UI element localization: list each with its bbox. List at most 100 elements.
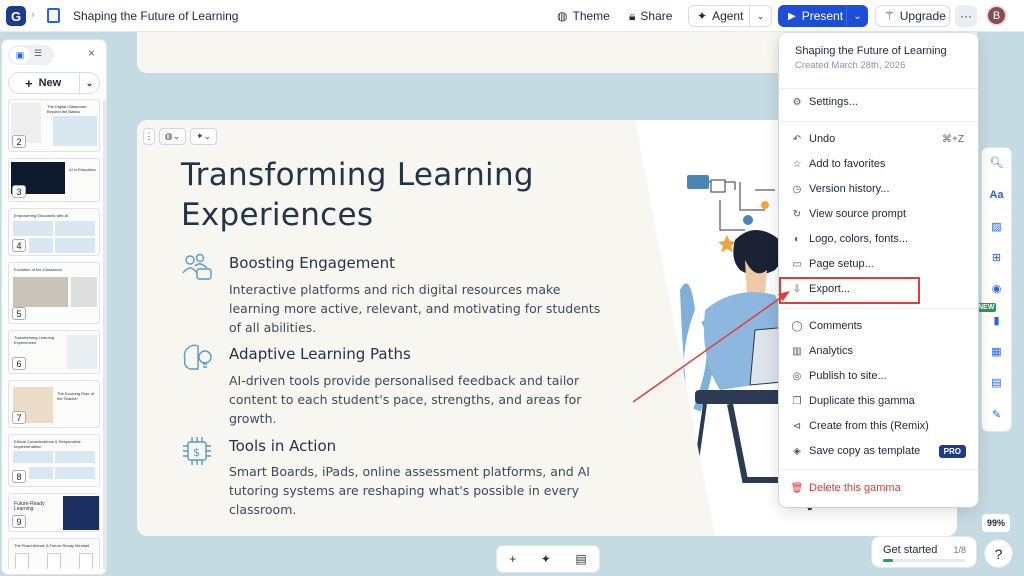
card-style-button[interactable]: ◍⌄ [159,128,186,145]
grid-view-icon[interactable]: ▣ [10,47,30,63]
thumbnail-number: 3 [12,185,26,198]
thumbnail-block [47,553,61,569]
feature-body[interactable]: AI-driven tools provide personalised fee… [229,371,609,428]
thumbnail-number: 7 [12,411,26,424]
feature-title[interactable]: Adaptive Learning Paths [229,345,411,363]
thumbnail-slide-3[interactable]: AI in Education 3 [8,158,100,202]
document-title[interactable]: Shaping the Future of Learning [73,9,238,23]
clock-icon: ◷ [792,183,802,195]
new-card-button[interactable]: + New ⌄ [8,72,100,94]
get-started-widget[interactable]: Get started 1/8 [872,537,976,567]
thumbnail-slide-8[interactable]: Ethical Considerations & Responsible Imp… [8,434,100,487]
divider [779,469,978,470]
menu-item-remix[interactable]: ⊲ Create from this (Remix) [779,416,978,436]
layout-icon[interactable]: ▤ [575,552,586,566]
agent-button[interactable]: ✦ Agent ⌄ [688,5,772,27]
image-icon[interactable]: ▨ [988,218,1005,235]
help-button[interactable]: ? [985,540,1012,567]
layout-icon[interactable]: ▤ [988,374,1005,391]
search-icon[interactable]: 🔍︎ [988,154,1005,171]
upgrade-button[interactable]: ⚚ Upgrade [875,5,950,27]
chevron-right-icon: › [31,9,35,21]
scrollbar[interactable] [103,100,106,570]
export-highlight-box [779,277,920,304]
feature-body[interactable]: Interactive platforms and rich digital r… [229,280,609,337]
thumbnail-image [67,335,97,369]
more-options-button[interactable]: ··· [955,5,977,27]
menu-item-label: Save copy as template [809,445,921,457]
gamma-logo[interactable]: G [6,6,26,26]
add-card-icon[interactable]: + [509,552,516,566]
menu-item-label: Add to favorites [809,158,886,170]
menu-item-label: View source prompt [809,208,907,220]
menu-item-settings[interactable]: ⚙ Settings... [779,92,978,112]
thumbnail-number: 4 [12,239,26,252]
menu-item-version-history[interactable]: ◷ Version history... [779,179,978,199]
menu-item-add-to-favorites[interactable]: ☆ Add to favorites [779,154,978,174]
lock-icon: 🔒︎ [629,9,636,23]
feature-title[interactable]: Tools in Action [229,437,336,455]
thumbnail-block [29,238,53,253]
menu-created-date: Created March 28th, 2026 [795,60,906,71]
ai-edit-button[interactable]: ✦⌄ [190,128,217,145]
close-icon[interactable]: × [88,46,95,60]
thumbnail-block [15,553,29,569]
menu-item-page-setup[interactable]: ▭ Page setup... [779,254,978,274]
present-button[interactable]: ▶ Present ⌄ [778,5,868,27]
drag-handle-icon[interactable]: ⋮ [143,128,155,145]
menu-item-save-as-template[interactable]: ◈ Save copy as template PRO [779,441,978,461]
page-icon: ▭ [792,258,802,270]
menu-item-logo-colors-fonts[interactable]: ◐ Logo, colors, fonts... [779,229,978,249]
chevron-down-icon[interactable]: ⌄ [79,73,99,93]
thumbnail-slide-9[interactable]: Future-Ready Learning 9 [8,493,100,532]
integrations-icon[interactable]: ◉ [988,280,1005,297]
get-started-label: Get started [883,544,938,556]
pro-badge: PRO [938,444,966,458]
menu-item-label: Create from this (Remix) [809,420,929,432]
edit-icon[interactable]: ✎ [988,406,1005,423]
thumbnail-block [55,238,95,253]
share-button[interactable]: 🔒︎ Share [629,5,672,27]
trash-icon: 🗑 [790,482,804,494]
magic-wand-icon: ⚚ [884,9,895,23]
thumbnail-slide-7[interactable]: The Evolving Role of the Teacher 7 [8,380,100,428]
menu-item-view-source-prompt[interactable]: ↻ View source prompt [779,204,978,224]
blocks-icon[interactable]: ⊞ [988,249,1005,266]
more-options-menu: Shaping the Future of Learning Created M… [779,33,978,507]
chart-icon[interactable]: ▮ [988,312,1005,329]
view-toggle[interactable]: ▣ ☰ [8,45,54,65]
thumbnail-slide-2[interactable]: The Digital Classroom: Beyond the Basics… [8,99,100,152]
menu-item-duplicate[interactable]: ❐ Duplicate this gamma [779,391,978,411]
zoom-level[interactable]: 99% [982,514,1010,532]
avatar[interactable]: B [986,5,1007,26]
undo-icon: ↶ [792,133,802,145]
menu-item-comments[interactable]: ◯ Comments [779,316,978,336]
menu-item-delete[interactable]: 🗑 Delete this gamma [779,478,978,498]
feature-title[interactable]: Boosting Engagement [229,254,395,272]
menu-item-publish-to-site[interactable]: ◎ Publish to site... [779,366,978,386]
thumbnail-slide-5[interactable]: Evolution of the Classroom 5 [8,262,100,324]
chevron-down-icon[interactable]: ⌄ [846,5,868,27]
feature-body[interactable]: Smart Boards, iPads, online assessment p… [229,462,609,519]
card-toolbar: ⋮ ◍⌄ ✦⌄ [143,128,217,145]
thumbnail-slide-6[interactable]: Transforming Learning Experiences 6 [8,330,100,374]
thumbnail-slide-4[interactable]: Empowering Educators with AI 4 [8,208,100,256]
thumbnail-block [55,451,95,463]
thumbnail-block [13,451,53,463]
menu-item-label: Settings... [809,96,858,108]
table-icon[interactable]: ▦ [988,343,1005,360]
sparkle-icon: ✦ [697,9,708,23]
sparkle-icon[interactable]: ✦ [541,552,551,566]
text-format-icon[interactable]: Aa [988,186,1005,203]
slide-thumbnail-panel: ▣ ☰ × + New ⌄ The Digital Classroom: Bey… [2,40,106,574]
theme-button[interactable]: ◍ Theme [557,5,610,27]
list-view-icon[interactable]: ☰ [34,48,42,59]
chevron-down-icon[interactable]: ⌄ [749,6,771,26]
upgrade-label: Upgrade [899,9,946,23]
slide-title[interactable]: Transforming Learning Experiences [181,155,561,235]
menu-item-analytics[interactable]: ▥ Analytics [779,341,978,361]
menu-item-undo[interactable]: ↶ Undo ⌘+Z [779,129,978,149]
template-icon: ◈ [793,445,801,457]
thumbnail-slide-10[interactable]: The Road Ahead: A Future-Ready Mindset [8,538,100,569]
gear-icon: ⚙ [792,96,802,108]
